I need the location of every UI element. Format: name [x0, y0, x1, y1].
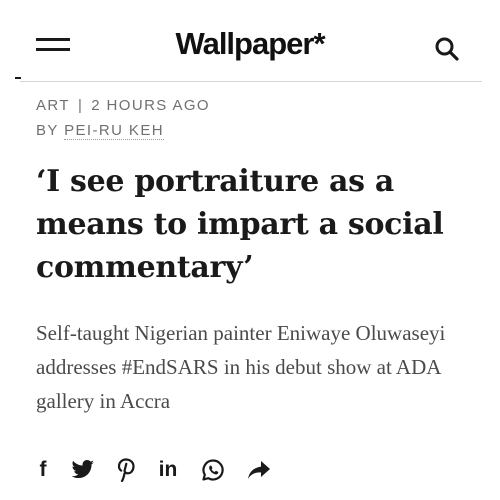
share-icon[interactable] — [246, 457, 272, 483]
share-bar: f in — [36, 456, 292, 484]
article-headline: ‘I see portraiture as a means to impart … — [36, 164, 444, 285]
divider-tick — [15, 77, 21, 79]
facebook-glyph: f — [39, 458, 47, 481]
pinterest-icon[interactable] — [116, 457, 136, 483]
article-standfirst: Self-taught Nigerian painter Eniwaye Olu… — [36, 321, 446, 413]
header-divider — [20, 81, 482, 82]
author-link[interactable]: PEI-RU KEH — [64, 122, 164, 140]
twitter-icon[interactable] — [70, 457, 96, 483]
site-logo[interactable]: Wallpaper* — [0, 26, 500, 62]
linkedin-icon[interactable]: in — [156, 457, 180, 483]
site-header: Wallpaper* — [0, 0, 500, 82]
article-meta: ART | 2 HOURS AGO — [36, 97, 210, 114]
search-icon — [435, 37, 459, 61]
byline-prefix: BY — [36, 122, 59, 139]
facebook-icon[interactable]: f — [36, 457, 50, 483]
publish-time: 2 HOURS AGO — [91, 97, 210, 114]
meta-separator: | — [77, 97, 84, 114]
search-button[interactable] — [434, 36, 460, 62]
whatsapp-icon[interactable] — [200, 457, 226, 483]
byline: BY PEI-RU KEH — [36, 122, 164, 140]
category-link[interactable]: ART — [36, 97, 70, 114]
linkedin-glyph: in — [158, 458, 178, 481]
